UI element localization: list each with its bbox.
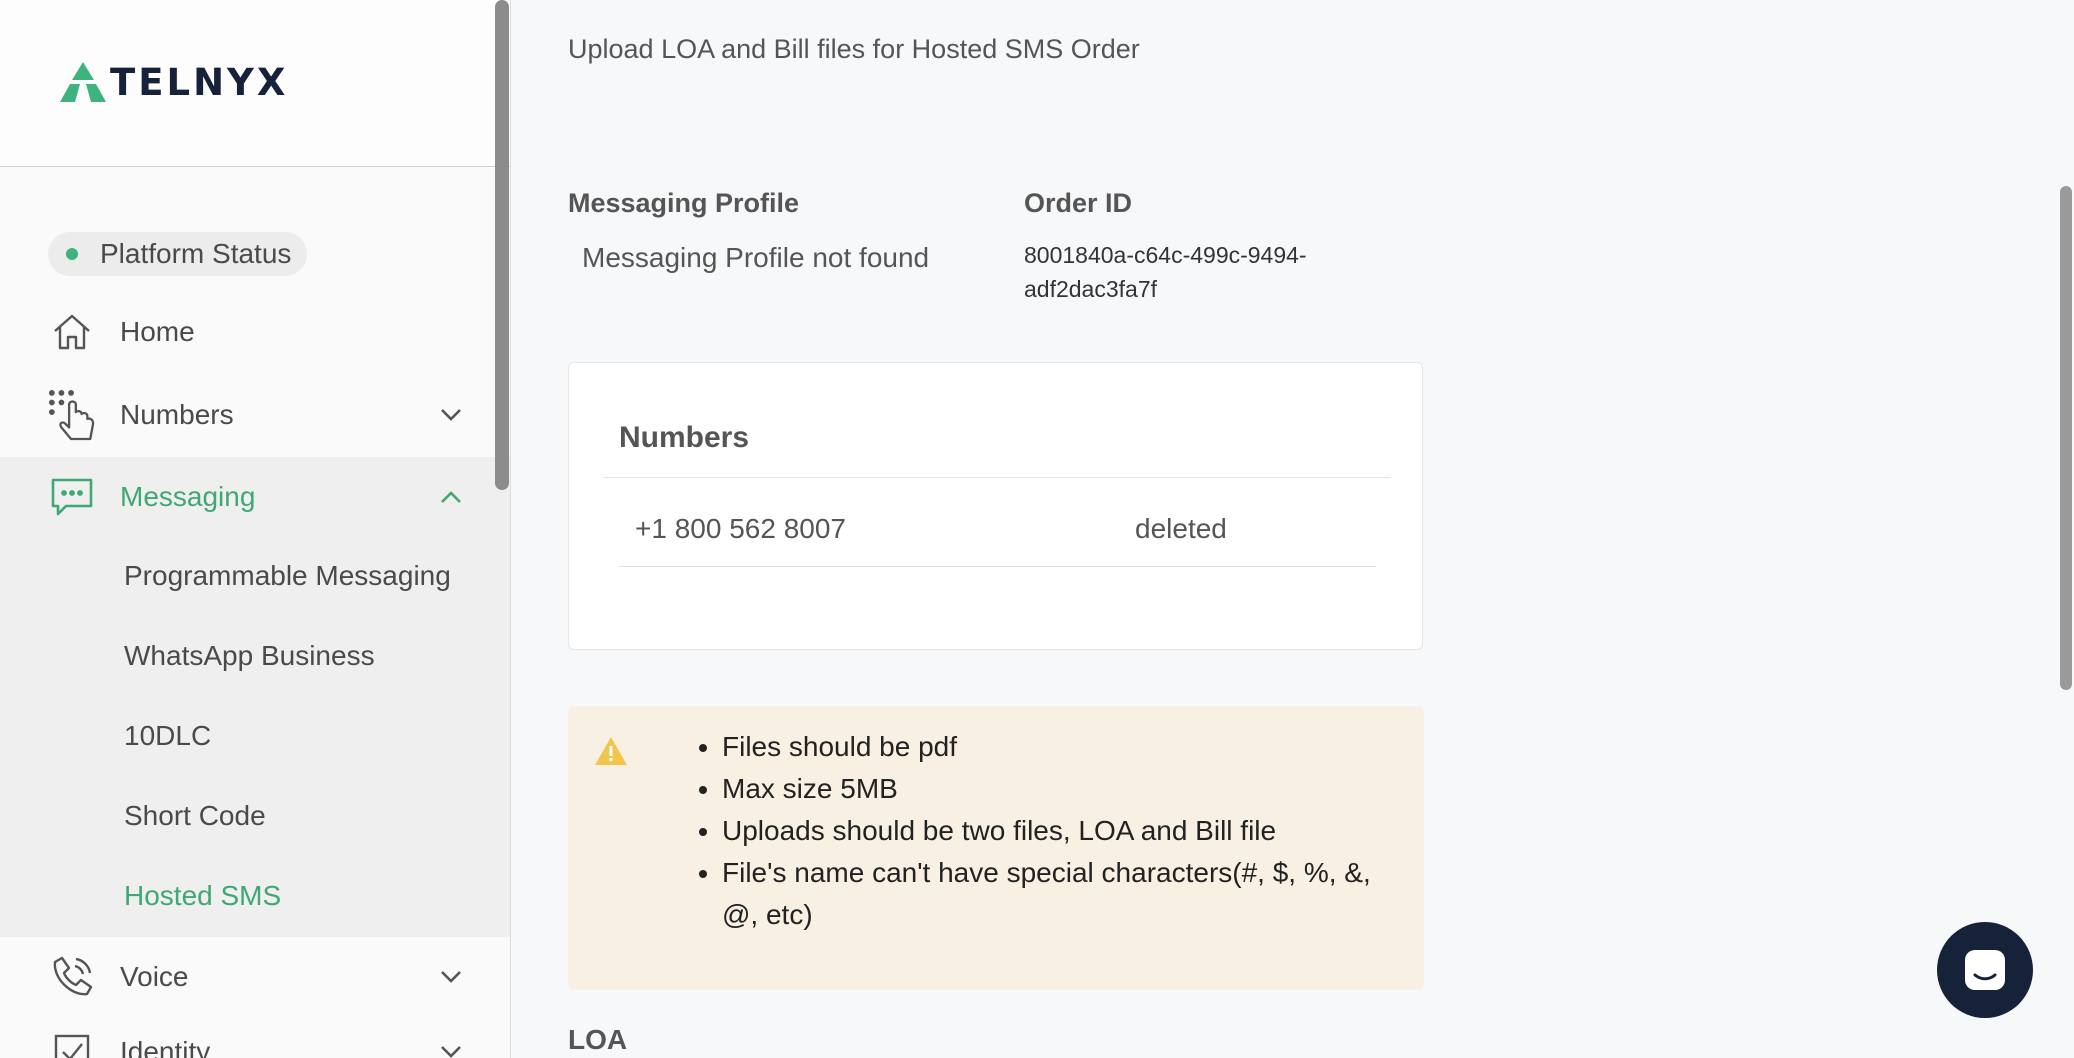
warning-icon xyxy=(594,736,628,771)
divider xyxy=(603,477,1391,478)
sidebar-item-label: Numbers xyxy=(120,399,234,430)
dialpad-hand-icon xyxy=(48,390,96,441)
sidebar-subitem-programmable-messaging[interactable]: Programmable Messaging xyxy=(124,560,451,592)
page-subtitle: Upload LOA and Bill files for Hosted SMS… xyxy=(568,34,1140,64)
order-id-label: Order ID xyxy=(1024,188,1133,218)
home-icon xyxy=(48,308,96,356)
chat-launcher-button[interactable] xyxy=(1937,922,2033,1018)
chevron-up-icon[interactable] xyxy=(436,482,466,512)
check-box-icon xyxy=(48,1028,96,1058)
upload-requirements-notice: Files should be pdf Max size 5MB Uploads… xyxy=(568,706,1424,990)
sidebar-item-voice[interactable]: Voice xyxy=(0,937,510,1017)
requirement-item: Uploads should be two files, LOA and Bil… xyxy=(722,810,1402,852)
sidebar-item-identity[interactable]: Identity xyxy=(0,1012,510,1058)
phone-number: +1 800 562 8007 xyxy=(635,513,846,544)
main-content: Upload LOA and Bill files for Hosted SMS… xyxy=(512,0,2074,1058)
sidebar-subitem-whatsapp-business[interactable]: WhatsApp Business xyxy=(124,640,375,672)
sidebar-scrollbar[interactable] xyxy=(495,0,509,490)
status-dot-icon xyxy=(66,248,78,260)
numbers-card-title: Numbers xyxy=(619,421,750,454)
divider xyxy=(619,566,1376,567)
phone-icon xyxy=(48,953,96,1001)
chevron-down-icon[interactable] xyxy=(436,400,466,430)
chevron-down-icon[interactable] xyxy=(436,962,466,992)
loa-section-label: LOA xyxy=(568,1024,628,1055)
messaging-profile-label: Messaging Profile xyxy=(568,188,800,218)
messaging-profile-value: Messaging Profile not found xyxy=(582,242,930,273)
requirements-list: Files should be pdf Max size 5MB Uploads… xyxy=(722,726,1402,936)
platform-status-button[interactable]: Platform Status xyxy=(48,232,308,276)
numbers-card: Numbers +1 800 562 8007 deleted xyxy=(568,362,1423,650)
telnyx-logo-mark-icon xyxy=(60,62,106,102)
sidebar-subitem-short-code[interactable]: Short Code xyxy=(124,800,266,832)
chat-bubble-icon xyxy=(1965,950,2005,990)
requirement-item: File's name can't have special character… xyxy=(722,852,1402,936)
sidebar-item-label: Messaging xyxy=(120,481,256,512)
chevron-down-icon[interactable] xyxy=(436,1037,466,1058)
logo-text: TELNYX xyxy=(110,60,289,104)
logo-area: TELNYX xyxy=(0,0,510,167)
number-status: deleted xyxy=(1135,513,1227,544)
sidebar-item-home[interactable]: Home xyxy=(0,292,510,372)
requirement-item: Files should be pdf xyxy=(722,726,1402,768)
sidebar-subitem-10dlc[interactable]: 10DLC xyxy=(124,720,211,752)
main-scrollbar[interactable] xyxy=(2060,186,2072,690)
sidebar: TELNYX Platform Status Home Numbers Mess… xyxy=(0,0,511,1058)
requirement-item: Max size 5MB xyxy=(722,768,1402,810)
order-id-value: 8001840a-c64c-499c-9494-adf2dac3fa7f xyxy=(1024,242,1307,302)
sidebar-item-messaging[interactable]: Messaging xyxy=(0,457,510,537)
chat-icon xyxy=(48,473,96,521)
sidebar-item-label: Identity xyxy=(120,1036,211,1058)
sidebar-item-label: Home xyxy=(120,316,195,347)
telnyx-logo[interactable]: TELNYX xyxy=(58,60,288,104)
sidebar-item-label: Voice xyxy=(120,961,189,992)
platform-status-label: Platform Status xyxy=(100,238,292,269)
sidebar-item-numbers[interactable]: Numbers xyxy=(0,375,510,455)
sidebar-subitem-hosted-sms[interactable]: Hosted SMS xyxy=(124,880,281,912)
